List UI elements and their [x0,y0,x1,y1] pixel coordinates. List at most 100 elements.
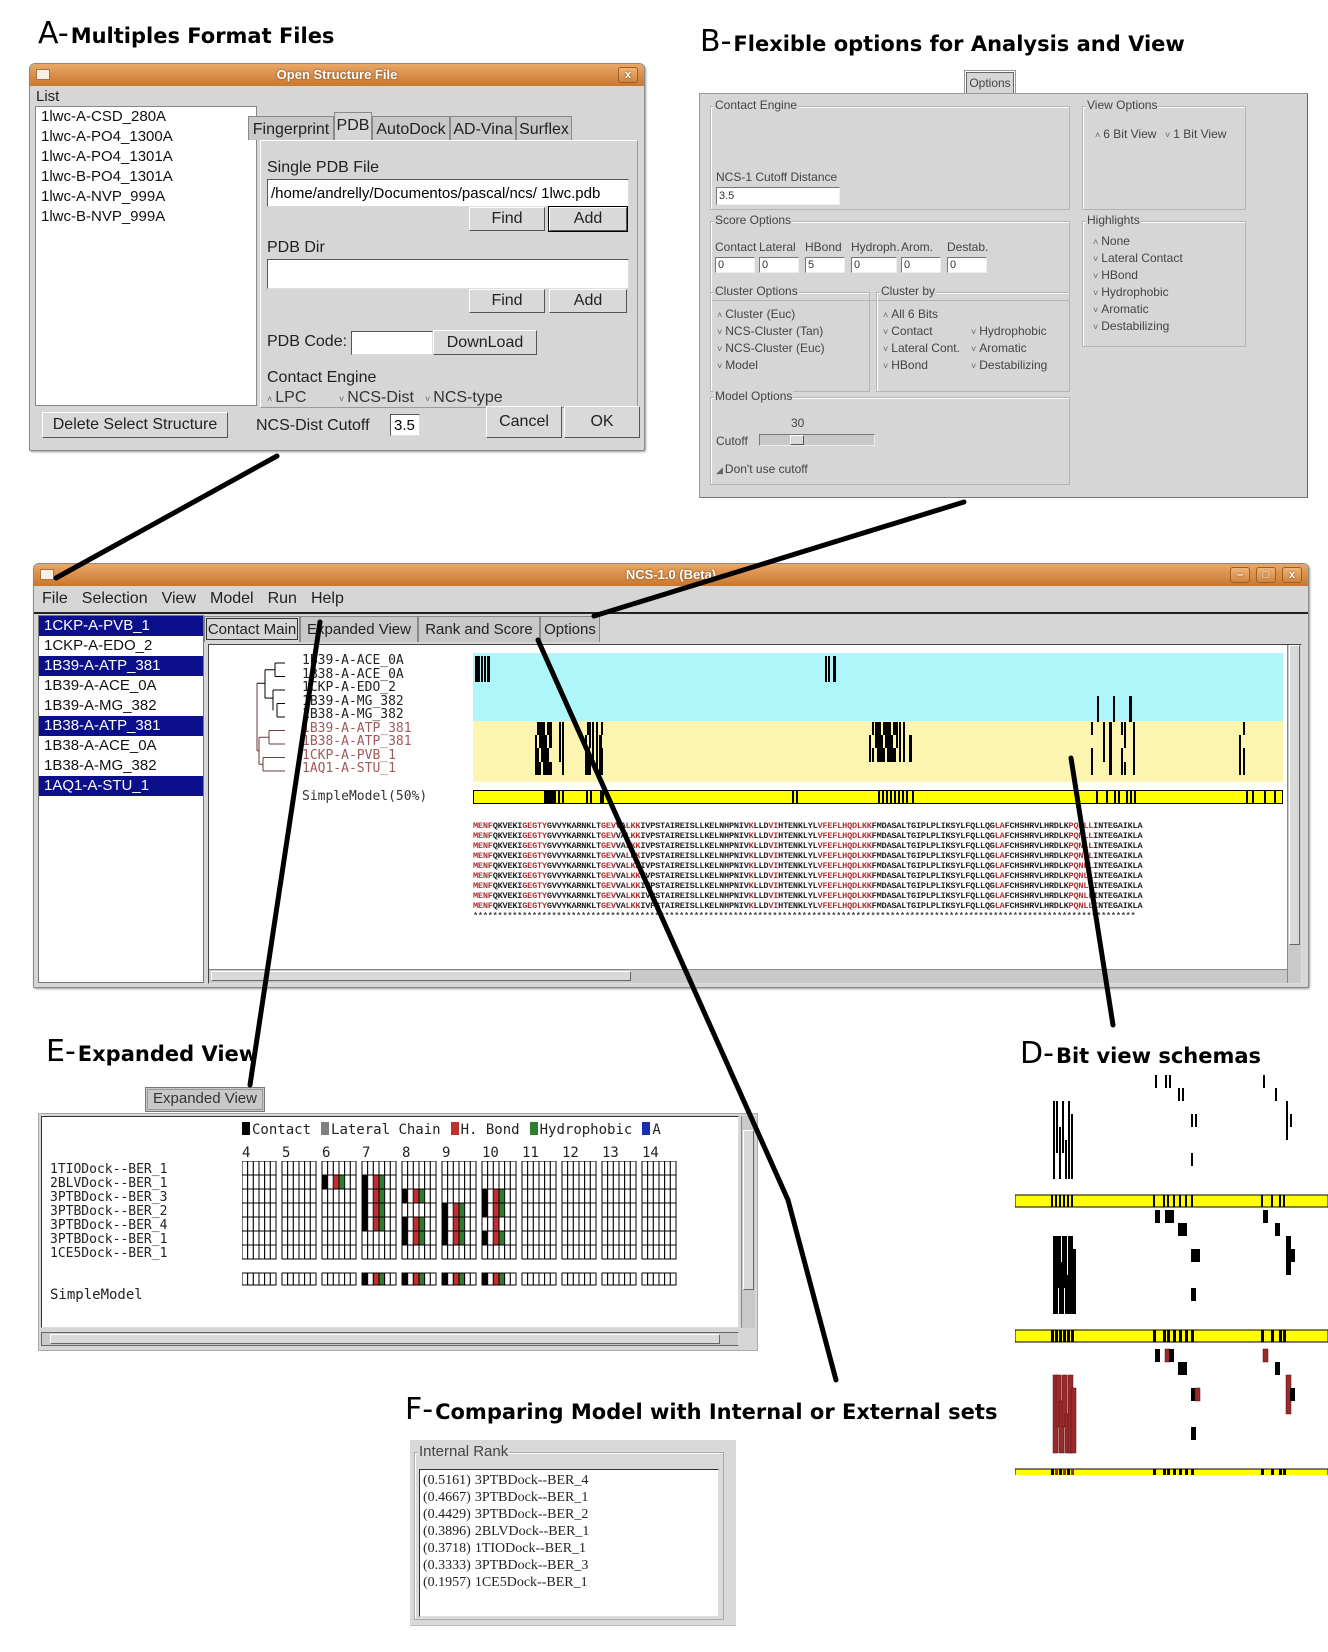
vertical-scrollbar[interactable] [741,1116,755,1328]
minimize-icon[interactable]: – [1230,567,1250,583]
menu-help[interactable]: Help [311,590,344,607]
structure-row[interactable]: 1CKP-A-EDO_2 [39,636,203,656]
rank-item[interactable]: (0.5161) 3PTBDock--BER_4 [423,1472,715,1489]
score-input-destab[interactable] [947,257,987,273]
pdb-code-input[interactable] [351,331,433,355]
structure-row[interactable]: 1B38-A-MG_382 [39,756,203,776]
radio-unselected-icon[interactable]: ˅ [425,394,430,404]
close-icon[interactable]: x [618,67,638,83]
cluster-option-radio[interactable]: ˄ Cluster (Euc) [717,307,795,321]
radio-unselected-icon[interactable]: ˅ [1093,322,1098,332]
radio-unselected-icon[interactable]: ˅ [717,361,722,371]
radio-unselected-icon[interactable]: ˅ [1165,130,1170,140]
view-1bit-radio[interactable]: ˅ 1 Bit View [1165,127,1226,141]
add-file-button[interactable]: Add [548,206,628,232]
structure-list-item[interactable]: 1lwc-A-NVP_999A [36,187,256,207]
cluster-by-radio[interactable]: ˅ Hydrophobic [971,324,1047,338]
radio-selected-icon[interactable]: ˄ [1093,237,1098,247]
cluster-by-radio[interactable]: ˄ All 6 Bits [883,307,938,321]
menu-selection[interactable]: Selection [82,590,148,607]
download-button[interactable]: DownLoad [433,330,537,355]
slider-thumb[interactable] [790,435,804,445]
cluster-row-label[interactable]: 1AQ1-A-STU_1 [302,762,412,776]
tab-pdb[interactable]: PDB [334,112,372,140]
radio-selected-icon[interactable]: ˄ [267,394,272,404]
expanded-view-tab[interactable]: Expanded View [145,1087,265,1112]
rank-item[interactable]: (0.4429) 3PTBDock--BER_2 [423,1506,715,1523]
contact-engine-radio-lpc[interactable]: ˄ LPC [267,389,306,407]
structure-list-item[interactable]: 1lwc-B-NVP_999A [36,207,256,227]
radio-selected-icon[interactable]: ˄ [1095,130,1100,140]
radio-unselected-icon[interactable]: ˅ [717,344,722,354]
find-dir-button[interactable]: Find [469,289,545,313]
close-icon[interactable]: x [1282,567,1302,583]
cluster-row-label[interactable]: 1B39-A-ACE_0A [302,654,412,668]
structure-list[interactable]: 1lwc-A-CSD_280A 1lwc-A-PO4_1300A 1lwc-A-PO… [35,106,257,406]
radio-unselected-icon[interactable]: ˅ [883,344,888,354]
cluster-by-radio[interactable]: ˅ Destabilizing [971,358,1047,372]
score-input-hydroph[interactable] [851,257,897,273]
horizontal-scrollbar[interactable] [209,969,1287,983]
cluster-by-radio[interactable]: ˅ Aromatic [971,341,1027,355]
radio-unselected-icon[interactable]: ˅ [971,327,976,337]
radio-unselected-icon[interactable]: ˅ [339,394,344,404]
ncs-dist-cutoff-input[interactable] [390,414,420,436]
checkbox-icon[interactable]: ◢ [716,465,723,475]
cluster-option-radio[interactable]: ˅ Model [717,358,758,372]
delete-structure-button[interactable]: Delete Select Structure [42,412,228,438]
tab-options[interactable]: Options [540,616,600,642]
structure-row[interactable]: 1B38-A-ATP_381 [39,716,203,736]
structure-row[interactable]: 1B39-A-ATP_381 [39,656,203,676]
radio-unselected-icon[interactable]: ˅ [883,327,888,337]
radio-unselected-icon[interactable]: ˅ [883,361,888,371]
structure-list-item[interactable]: 1lwc-A-CSD_280A [36,107,256,127]
radio-selected-icon[interactable]: ˄ [883,310,888,320]
cluster-row-label[interactable]: 1B39-A-ATP_381 [302,721,412,736]
model-cutoff-slider[interactable] [759,434,875,446]
structure-row[interactable]: 1CKP-A-PVB_1 [39,616,203,636]
ncs1-cutoff-input[interactable] [716,187,840,205]
menu-model[interactable]: Model [210,590,254,607]
structure-list-item[interactable]: 1lwc-A-PO4_1301A [36,147,256,167]
structure-row[interactable]: 1AQ1-A-STU_1 [39,776,203,796]
vertical-scrollbar[interactable] [1287,645,1301,983]
window-menu-icon[interactable] [36,69,50,80]
tab-surflex[interactable]: Surflex [516,116,572,140]
highlight-radio[interactable]: ˅ Destabilizing [1093,319,1169,333]
radio-unselected-icon[interactable]: ˅ [1093,271,1098,281]
internal-rank-list[interactable]: (0.5161) 3PTBDock--BER_4 (0.4667) 3PTBDock-… [419,1469,719,1617]
scrollbar-thumb[interactable] [743,1130,754,1290]
cluster-row-label[interactable]: 1B38-A-ACE_0A [302,667,412,682]
highlight-radio[interactable]: ˅ Hydrophobic [1093,285,1169,299]
cluster-by-radio[interactable]: ˅ Contact [883,324,933,338]
cluster-row-label[interactable]: 1CKP-A-EDO_2 [302,681,412,695]
add-dir-button[interactable]: Add [549,289,627,313]
single-pdb-input[interactable] [267,179,629,207]
structure-selection-list[interactable]: 1CKP-A-PVB_1 1CKP-A-EDO_2 1B39-A-ATP_381 1B… [38,615,204,983]
score-input-lateral[interactable] [759,257,799,273]
maximize-icon[interactable]: □ [1256,567,1276,583]
radio-unselected-icon[interactable]: ˅ [1093,254,1098,264]
pdb-dir-input[interactable] [267,259,629,289]
score-input-contact[interactable] [715,257,755,273]
contact-engine-radio-ncs-type[interactable]: ˅ NCS-type [425,389,503,407]
cluster-option-radio[interactable]: ˅ NCS-Cluster (Euc) [717,341,825,355]
highlight-radio[interactable]: ˅ HBond [1093,268,1138,282]
tab-expanded-view[interactable]: Expanded View [300,616,418,642]
structure-list-item[interactable]: 1lwc-B-PO4_1301A [36,167,256,187]
cluster-row-label[interactable]: 1B38-A-MG_382 [302,708,412,722]
rank-item[interactable]: (0.3333) 3PTBDock--BER_3 [423,1557,715,1574]
menu-view[interactable]: View [162,590,196,607]
rank-item[interactable]: (0.4667) 3PTBDock--BER_1 [423,1489,715,1506]
cluster-by-radio[interactable]: ˅ HBond [883,358,928,372]
find-file-button[interactable]: Find [469,207,545,231]
scrollbar-thumb[interactable] [211,971,631,981]
tab-autodock[interactable]: AutoDock [372,116,450,140]
cluster-by-radio[interactable]: ˅ Lateral Cont. [883,341,960,355]
scrollbar-thumb[interactable] [1289,645,1300,945]
dont-use-cutoff-checkbox[interactable]: ◢ Don't use cutoff [716,462,808,476]
highlight-radio[interactable]: ˅ Aromatic [1093,302,1149,316]
highlight-radio[interactable]: ˄ None [1093,234,1130,248]
structure-row[interactable]: 1B38-A-ACE_0A [39,736,203,756]
tab-contact-main[interactable]: Contact Main [204,616,300,642]
